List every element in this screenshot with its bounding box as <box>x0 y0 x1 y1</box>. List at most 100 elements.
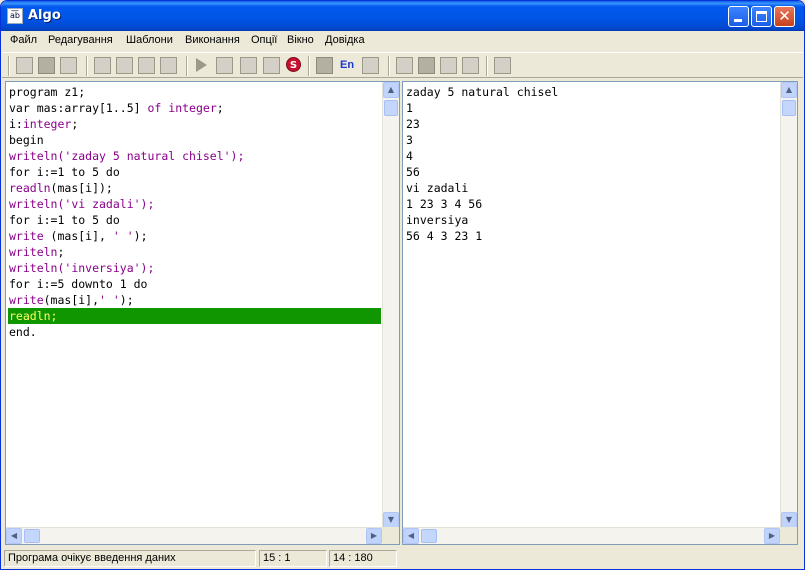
menu-edit[interactable]: Редагування <box>48 34 113 46</box>
output-console[interactable]: zaday 5 natural chisel 1 23 3 4 56 vi zadali 1 … <box>402 81 798 545</box>
close-button[interactable]: ✕ <box>774 6 795 27</box>
scroll-up-icon[interactable]: ▲ <box>781 82 797 98</box>
output-horizontal-scrollbar[interactable]: ◀ ▶ <box>403 527 780 544</box>
code-line[interactable]: writeln('inversiya'); <box>8 260 381 276</box>
algo-window: a͞b Algo ✕ Файл Редагування Шаблони Вико… <box>0 0 805 570</box>
status-bar: Програма очікує введення даних 15 : 1 14… <box>2 548 803 569</box>
help-icon[interactable] <box>494 57 511 74</box>
code-line[interactable]: end. <box>8 324 381 340</box>
paste-icon[interactable] <box>138 57 155 74</box>
scroll-thumb[interactable] <box>782 100 796 116</box>
output-line: 1 23 3 4 56 <box>406 197 483 211</box>
cascade-icon[interactable] <box>462 57 479 74</box>
minimize-button[interactable] <box>728 6 749 27</box>
editor-vertical-scrollbar[interactable]: ▲ ▼ <box>382 82 399 528</box>
toolbar-separator <box>86 56 88 76</box>
code-line[interactable]: writeln('zaday 5 natural chisel'); <box>8 148 381 164</box>
run-icon[interactable] <box>196 58 207 72</box>
scroll-thumb[interactable] <box>384 100 398 116</box>
minimize-icon <box>734 19 742 22</box>
code-token: ('zaday 5 natural chisel'); <box>57 149 245 163</box>
scroll-up-icon[interactable]: ▲ <box>383 82 399 98</box>
toolbar: S En <box>2 52 803 78</box>
output-line: 4 <box>406 149 413 163</box>
code-token: integer <box>22 117 72 131</box>
toolbar-separator <box>186 56 188 76</box>
language-toggle[interactable]: En <box>340 57 357 74</box>
code-line[interactable]: write (mas[i], ' '); <box>8 228 381 244</box>
step-into-icon[interactable] <box>216 57 233 74</box>
editor-horizontal-scrollbar[interactable]: ◀ ▶ <box>6 527 382 544</box>
code-lines: program z1; var mas:array[1..5] of intege… <box>8 84 381 340</box>
code-line[interactable]: writeln('vi zadali'); <box>8 196 381 212</box>
code-editor[interactable]: program z1; var mas:array[1..5] of intege… <box>5 81 400 545</box>
code-line-current[interactable]: readln; <box>8 308 381 324</box>
maximize-button[interactable] <box>751 6 772 27</box>
cut-icon[interactable] <box>94 57 111 74</box>
window-icon[interactable] <box>418 57 435 74</box>
code-line[interactable]: program z1; <box>8 84 381 100</box>
code-line[interactable]: write(mas[i],' '); <box>8 292 381 308</box>
code-token: writeln <box>9 245 58 259</box>
color-icon[interactable] <box>316 57 333 74</box>
toolbar-separator <box>486 56 488 76</box>
output-line: zaday 5 natural chisel <box>406 85 559 99</box>
code-token: for i:=1 to 5 do <box>9 213 120 227</box>
menu-templates[interactable]: Шаблони <box>126 34 173 46</box>
code-line[interactable]: for i:=1 to 5 do <box>8 164 381 180</box>
code-token: write <box>9 229 44 243</box>
code-token: writeln <box>9 261 58 275</box>
code-token: readln; <box>9 309 58 323</box>
menu-run[interactable]: Виконання <box>185 34 240 46</box>
save-file-icon[interactable] <box>60 57 77 74</box>
new-file-icon[interactable] <box>16 57 33 74</box>
scroll-thumb[interactable] <box>421 529 437 543</box>
size-grip <box>780 527 797 544</box>
menu-window[interactable]: Вікно <box>287 34 314 46</box>
scroll-down-icon[interactable]: ▼ <box>781 512 797 528</box>
menu-options[interactable]: Опції <box>251 34 277 46</box>
code-token: ('vi zadali'); <box>57 197 155 211</box>
code-line[interactable]: for i:=5 downto 1 do <box>8 276 381 292</box>
code-line[interactable]: for i:=1 to 5 do <box>8 212 381 228</box>
title-bar[interactable]: a͞b Algo ✕ <box>1 1 804 31</box>
menu-file[interactable]: Файл <box>10 34 37 46</box>
maximize-icon <box>756 11 767 22</box>
trace-icon[interactable] <box>263 57 280 74</box>
scroll-left-icon[interactable]: ◀ <box>6 528 22 544</box>
code-token: ; <box>71 117 79 131</box>
output-vertical-scrollbar[interactable]: ▲ ▼ <box>780 82 797 528</box>
size-grip <box>382 527 399 544</box>
list-icon[interactable] <box>396 57 413 74</box>
tile-icon[interactable] <box>440 57 457 74</box>
grid-icon[interactable] <box>362 57 379 74</box>
code-token: ); <box>133 229 148 243</box>
code-token: readln <box>9 181 51 195</box>
app-icon: a͞b <box>7 8 23 24</box>
copy-icon[interactable] <box>116 57 133 74</box>
code-line[interactable]: readln(mas[i]); <box>8 180 381 196</box>
status-counter: 14 : 180 <box>329 550 397 567</box>
code-line[interactable]: writeln; <box>8 244 381 260</box>
code-token: write <box>9 293 44 307</box>
code-token: begin <box>9 133 44 147</box>
step-over-icon[interactable] <box>240 57 257 74</box>
code-token: for i:=1 to 5 do <box>9 165 120 179</box>
scroll-right-icon[interactable]: ▶ <box>366 528 382 544</box>
code-line[interactable]: var mas:array[1..5] of integer; <box>8 100 381 116</box>
code-line[interactable]: begin <box>8 132 381 148</box>
code-token: ' ' <box>99 293 120 307</box>
find-icon[interactable] <box>160 57 177 74</box>
scroll-thumb[interactable] <box>24 529 40 543</box>
scroll-left-icon[interactable]: ◀ <box>403 528 419 544</box>
open-file-icon[interactable] <box>38 57 55 74</box>
code-token: ; <box>216 101 224 115</box>
code-token: end. <box>9 325 37 339</box>
scroll-right-icon[interactable]: ▶ <box>764 528 780 544</box>
toolbar-separator <box>8 56 10 76</box>
scroll-down-icon[interactable]: ▼ <box>383 512 399 528</box>
stop-icon[interactable]: S <box>286 57 301 72</box>
output-line: 56 <box>406 165 420 179</box>
code-line[interactable]: i:integer; <box>8 116 381 132</box>
menu-help[interactable]: Довідка <box>325 34 365 46</box>
